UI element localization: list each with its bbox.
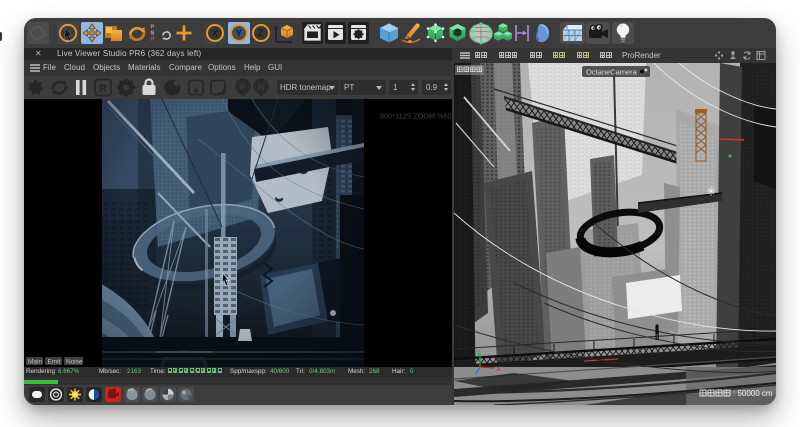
svg-text:900*1125 ZOOM:%50: 900*1125 ZOOM:%50: [380, 114, 452, 121]
svg-text:OctaneCamera: OctaneCamera: [586, 68, 638, 77]
svg-text:Noise: Noise: [66, 359, 83, 366]
svg-text:R: R: [99, 83, 107, 95]
svg-text:Main: Main: [28, 359, 42, 366]
svg-text:Emit: Emit: [48, 359, 61, 366]
svg-text:: 50000 cm: : 50000 cm: [733, 389, 773, 398]
svg-text:H: H: [258, 82, 265, 92]
svg-text:Y: Y: [236, 29, 243, 40]
svg-text:Z: Z: [258, 29, 264, 40]
svg-text:X: X: [212, 29, 219, 40]
svg-text:R: R: [151, 37, 156, 43]
svg-text:F: F: [240, 82, 246, 92]
svg-text:Y: Y: [476, 350, 481, 357]
svg-text:X: X: [496, 366, 501, 373]
